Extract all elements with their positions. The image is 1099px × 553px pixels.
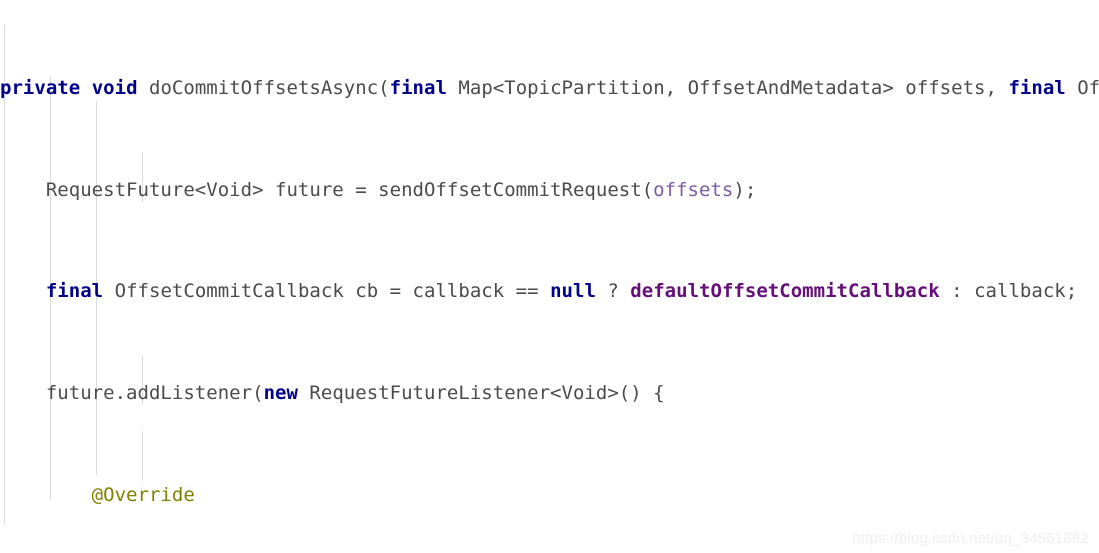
token-field: defaultOffsetCommitCallback [630,280,940,303]
code-line-5[interactable]: @Override [0,483,1099,508]
code-line-1[interactable]: private void doCommitOffsetsAsync(final … [0,76,1099,101]
token-identifier: RequestFuture<Void> future = sendOffsetC… [0,178,654,201]
code-line-3[interactable]: final OffsetCommitCallback cb = callback… [0,279,1099,304]
code-editor-view[interactable]: private void doCommitOffsetsAsync( final … [0,0,1099,553]
code-line-4[interactable]: future.addListener(new RequestFutureList… [0,381,1099,406]
token-identifier: : callback; [939,280,1078,303]
csdn-watermark: https://blog.csdn.net/qq_34561892 [852,530,1089,547]
token-keyword: final [45,280,104,303]
token-identifier: doCommitOffsetsAsync( [149,77,390,100]
token-identifier [0,280,46,302]
token-keyword: private [0,77,81,100]
token-identifier: ); [733,178,757,201]
token-identifier: future.addListener( [0,382,264,405]
code-line-2[interactable]: RequestFuture<Void> future = sendOffsetC… [0,178,1099,203]
token-keyword: void [91,77,138,100]
token-annotation: @Override [0,483,195,506]
code-content[interactable]: private void doCommitOffsetsAsync( final … [0,0,1099,553]
token-keyword: final [1008,77,1066,100]
token-keyword: final [389,77,447,100]
token-identifier: ? [595,280,631,303]
token-identifier: OffsetCommitCallback cb = callback == [114,280,551,303]
token-identifier: Map<TopicPartition, OffsetAndMetadata> o… [458,77,1009,100]
token-keyword: null [550,280,596,303]
token-keyword: new [263,382,298,405]
token-identifier: Offset [1077,77,1099,100]
token-parameter: offsets [653,178,734,201]
token-identifier: RequestFutureListener<Void>() { [297,382,665,405]
